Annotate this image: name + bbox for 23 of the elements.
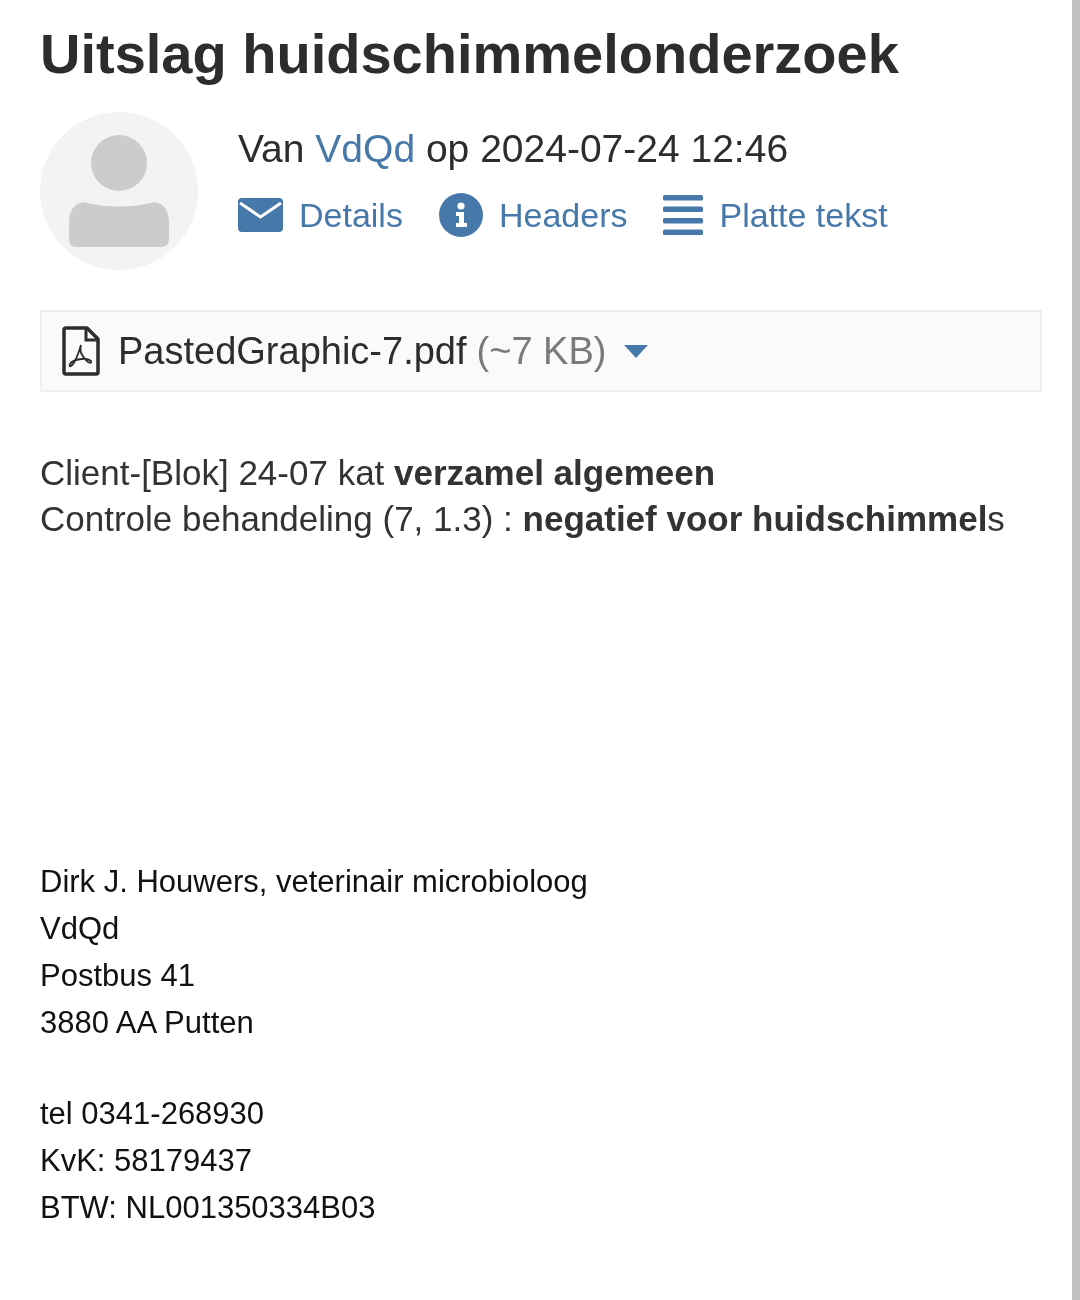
menu-lines-icon — [663, 195, 704, 235]
sender-line: Van VdQd op 2024-07-24 12:46 — [238, 126, 790, 172]
info-icon — [438, 193, 483, 237]
caret-icon[interactable] — [624, 344, 649, 358]
sender-link[interactable]: VdQd — [315, 127, 416, 170]
signature-line: VdQd — [40, 910, 121, 948]
envelope-icon — [238, 198, 283, 232]
signature-line: BTW: NL001350334B03 — [40, 1189, 377, 1227]
attachment-link[interactable]: PastedGraphic-7.pdf — [118, 327, 467, 375]
pdf-file-icon — [62, 326, 100, 376]
attachment-size: (~7 KB) — [476, 329, 607, 374]
details-link[interactable]: Details — [238, 192, 403, 238]
headers-link[interactable]: Headers — [438, 192, 628, 238]
signature-line: Dirk J. Houwers, veterinair microbioloog — [40, 863, 589, 901]
plain-text-link[interactable]: Platte tekst — [663, 192, 888, 238]
scrollbar[interactable] — [1072, 0, 1080, 1300]
email-subject: Uitslag huidschimmelonderzoek — [40, 21, 900, 87]
signature-line: 3880 AA Putten — [40, 1004, 255, 1042]
signature-line: tel 0341-268930 — [40, 1095, 266, 1133]
message-line: Client-[Blok] 24-07 kat verzamel algemeen — [40, 452, 717, 494]
signature-line: Postbus 41 — [40, 957, 197, 995]
message-line: Controle behandeling (7, 1.3) : negatief voor huidschimmels — [40, 498, 1006, 540]
signature-line: KvK: 58179437 — [40, 1142, 253, 1180]
